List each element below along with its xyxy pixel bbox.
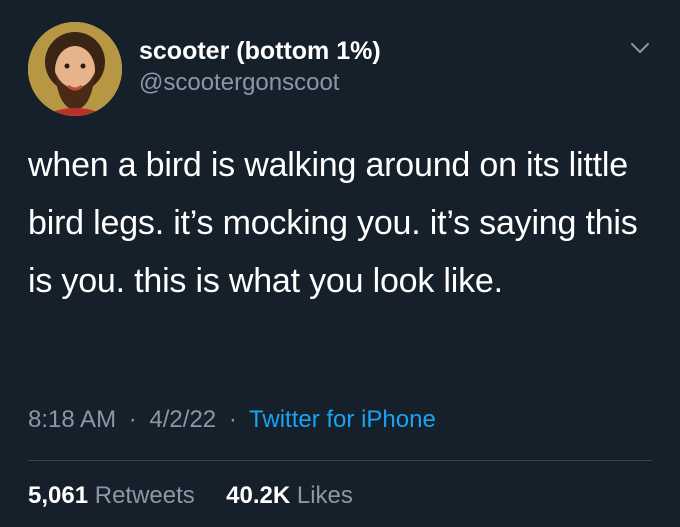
retweets-label: Retweets (94, 482, 195, 509)
tweet-meta: 8:18 AM · 4/2/22 · Twitter for iPhone (28, 404, 436, 436)
chevron-down-icon[interactable] (626, 34, 654, 62)
display-name[interactable]: scooter (bottom 1%) (139, 36, 381, 66)
tweet-source-link[interactable]: Twitter for iPhone (249, 406, 436, 433)
meta-separator: · (128, 406, 137, 433)
tweet-time[interactable]: 8:18 AM (28, 406, 116, 433)
tweet-stats: 5,061 Retweets 40.2K Likes (28, 480, 353, 512)
tweet-date[interactable]: 4/2/22 (149, 406, 216, 433)
divider (28, 460, 652, 461)
author-names: scooter (bottom 1%) @scootergonscoot (139, 36, 381, 98)
retweets-stat[interactable]: 5,061 Retweets (28, 482, 201, 509)
meta-separator: · (228, 406, 237, 433)
likes-count: 40.2K (226, 482, 291, 509)
likes-stat[interactable]: 40.2K Likes (226, 482, 353, 509)
tweet-card: scooter (bottom 1%) @scootergonscoot whe… (0, 0, 680, 527)
tweet-text: when a bird is walking around on its lit… (28, 146, 638, 300)
avatar-image (28, 22, 122, 116)
avatar[interactable] (28, 22, 122, 116)
retweets-count: 5,061 (28, 482, 89, 509)
likes-label: Likes (296, 482, 353, 509)
user-handle[interactable]: @scootergonscoot (139, 68, 381, 98)
